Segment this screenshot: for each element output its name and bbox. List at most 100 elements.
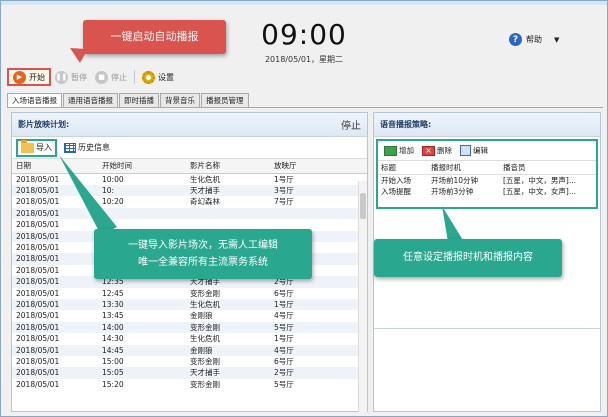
table-cell: 2018/05/01 [16,288,60,298]
table-cell: 生化危机 [190,334,220,344]
tab-underline [7,107,603,108]
column-header[interactable]: 标题 [378,161,428,175]
table-cell: 6号厅 [274,357,294,366]
delete-icon: × [422,145,435,156]
stop-icon: ■ [95,70,108,84]
table-row[interactable]: 开始入场 开场前10分钟 [五星，中文，男声]... [378,174,596,186]
table-cell: 15:05 [98,367,186,379]
table-cell: 14:00 [98,321,186,334]
add-label: 增加 [399,146,414,155]
column-header[interactable]: 播音员 [500,161,596,175]
table-cell: 变形金刚 [190,379,220,389]
edit-icon [460,145,471,156]
table-cell: 1号厅 [274,334,294,344]
table-cell: 1号厅 [274,174,294,184]
table-cell: 5号厅 [274,379,294,389]
strategy-title: 语音播报策略: [374,113,600,137]
table-cell: 天才捕手 [186,367,270,379]
table-cell: 2018/05/01 [16,334,60,344]
edit-button[interactable]: 编辑 [460,145,488,156]
table-cell: 金刚狼 [186,344,270,356]
column-header[interactable]: 影片名称 [186,159,270,174]
table-cell: 1号厅 [270,298,367,311]
table-cell: 2018/05/01 [16,379,60,389]
table-row[interactable]: 2018/05/01 13:30 生化危机 1号厅 [12,298,367,311]
table-cell: 2018/05/01 [16,265,60,275]
start-label: 开始 [29,72,45,82]
main-toolbar: ▶ 开始 ❚❚ 暂停 ■ 停止 设置 [7,66,603,88]
add-icon [384,145,397,156]
toolbar-separator [134,70,135,84]
table-cell: 变形金刚 [190,357,220,366]
table-cell: 开场前3分钟 [431,186,474,196]
table-cell: 金刚狼 [190,311,213,321]
strategy-callout-pointer [442,206,464,242]
table-row[interactable]: 2018/05/01 12:45 变形金刚 6号厅 [12,288,367,299]
gear-icon [142,70,155,84]
tab-entry-broadcast[interactable]: 入场语音播报 [7,93,62,108]
history-label: 历史信息 [78,143,110,152]
table-cell: 14:45 [98,344,186,356]
table-cell: 2018/05/01 [12,367,98,379]
help-menu[interactable]: ? 帮助 ▼ [509,33,559,46]
column-header[interactable]: 播报时机 [428,161,500,175]
import-callout-pointer [59,155,117,235]
table-cell: 15:00 [102,357,124,366]
tab-bar: 入场语音播报 通用语音播报 即时插播 背景音乐 播报员管理 [7,93,250,108]
tab-announcer-management[interactable]: 播报员管理 [201,93,249,107]
strategy-callout: 任意设定播报时机和播报内容 [374,239,562,277]
table-cell: 2018/05/01 [12,298,98,311]
table-row[interactable]: 2018/05/01 15:00 变形金刚 6号厅 [12,356,367,367]
settings-button[interactable]: 设置 [138,68,178,86]
table-cell: 生化危机 [190,174,220,184]
table-row[interactable]: 2018/05/01 14:45 金刚狼 4号厅 [12,344,367,356]
vertical-scrollbar[interactable] [358,181,367,412]
tab-general-broadcast[interactable]: 通用语音播报 [63,93,118,107]
table-row[interactable]: 2018/05/01 13:45 金刚狼 4号厅 [12,310,367,321]
scrollbar-thumb[interactable] [360,193,366,219]
table-cell: 6号厅 [274,288,294,298]
table-cell: 2018/05/01 [16,357,60,366]
table-cell: 3号厅 [270,184,367,197]
table-cell: 入场提醒 [381,186,411,196]
app-window: 09:00 2018/05/01，星期二 ? 帮助 ▼ ▶ 开始 ❚❚ 暂停 ■… [0,0,608,417]
stop-button[interactable]: ■ 停止 [91,68,131,86]
table-row[interactable]: 2018/05/01 14:00 变形金刚 5号厅 [12,321,367,334]
table-cell: 15:20 [102,379,124,389]
table-cell: 14:30 [102,334,124,344]
import-button[interactable]: 导入 [16,138,57,157]
table-cell: 开场前10分钟 [431,175,479,185]
start-button[interactable]: ▶ 开始 [7,68,51,86]
tab-instant-insert[interactable]: 即时插播 [119,93,159,107]
strategy-table-header: 标题 播报时机 播音员 [378,161,596,175]
settings-label: 设置 [158,72,174,82]
delete-button[interactable]: × 删除 [422,145,452,156]
table-cell: 2018/05/01 [12,344,98,356]
table-cell: 13:30 [98,298,186,311]
tab-background-music[interactable]: 背景音乐 [160,93,200,107]
table-row[interactable]: 2018/05/01 15:20 变形金刚 5号厅 [12,379,367,390]
table-cell: 生化危机 [186,298,270,311]
add-button[interactable]: 增加 [384,145,414,156]
table-cell: [五星，中文，女声]... [503,186,577,196]
grid-icon [64,142,76,153]
column-header[interactable]: 放映厅 [270,159,367,174]
play-icon: ▶ [13,70,26,84]
pause-button[interactable]: ❚❚ 暂停 [51,68,91,86]
table-cell: 2018/05/01 [16,311,60,321]
table-cell: 2018/05/01 [12,321,98,334]
table-cell: [五星，中文，男声]... [503,175,577,185]
table-row[interactable]: 2018/05/01 15:05 天才捕手 2号厅 [12,367,367,379]
table-cell: 4号厅 [270,344,367,356]
table-cell [270,207,367,220]
stop-label: 停止 [111,72,127,82]
title-strip [1,1,607,5]
table-row[interactable]: 入场提醒 开场前3分钟 [五星，中文，女声]... [378,186,596,197]
table-cell: 奇幻森林 [190,197,220,207]
folder-icon [21,139,34,153]
table-cell: 天才捕手 [186,184,270,197]
table-cell: 13:45 [102,311,124,321]
import-callout-line2: 唯一全兼容所有主流票务系统 [138,257,268,268]
import-callout-line1: 一键导入影片场次，无需人工编辑 [128,240,278,251]
table-row[interactable]: 2018/05/01 14:30 生化危机 1号厅 [12,333,367,344]
